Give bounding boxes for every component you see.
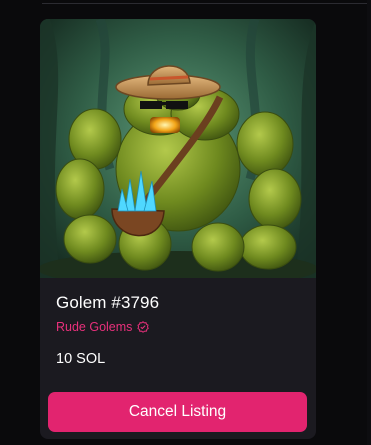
top-divider [42, 3, 371, 4]
collection-link[interactable]: Rude Golems [56, 320, 150, 334]
cancel-listing-button[interactable]: Cancel Listing [48, 392, 307, 432]
verified-badge-icon [137, 321, 150, 333]
page-edge [367, 0, 371, 445]
listing-price: 10 SOL [56, 351, 106, 367]
nft-listing-card: Golem #3796 Rude Golems 10 SOL Cancel Li… [40, 19, 316, 439]
nft-image[interactable] [40, 19, 316, 278]
nft-title: Golem #3796 [56, 293, 160, 312]
collection-name: Rude Golems [56, 320, 133, 334]
